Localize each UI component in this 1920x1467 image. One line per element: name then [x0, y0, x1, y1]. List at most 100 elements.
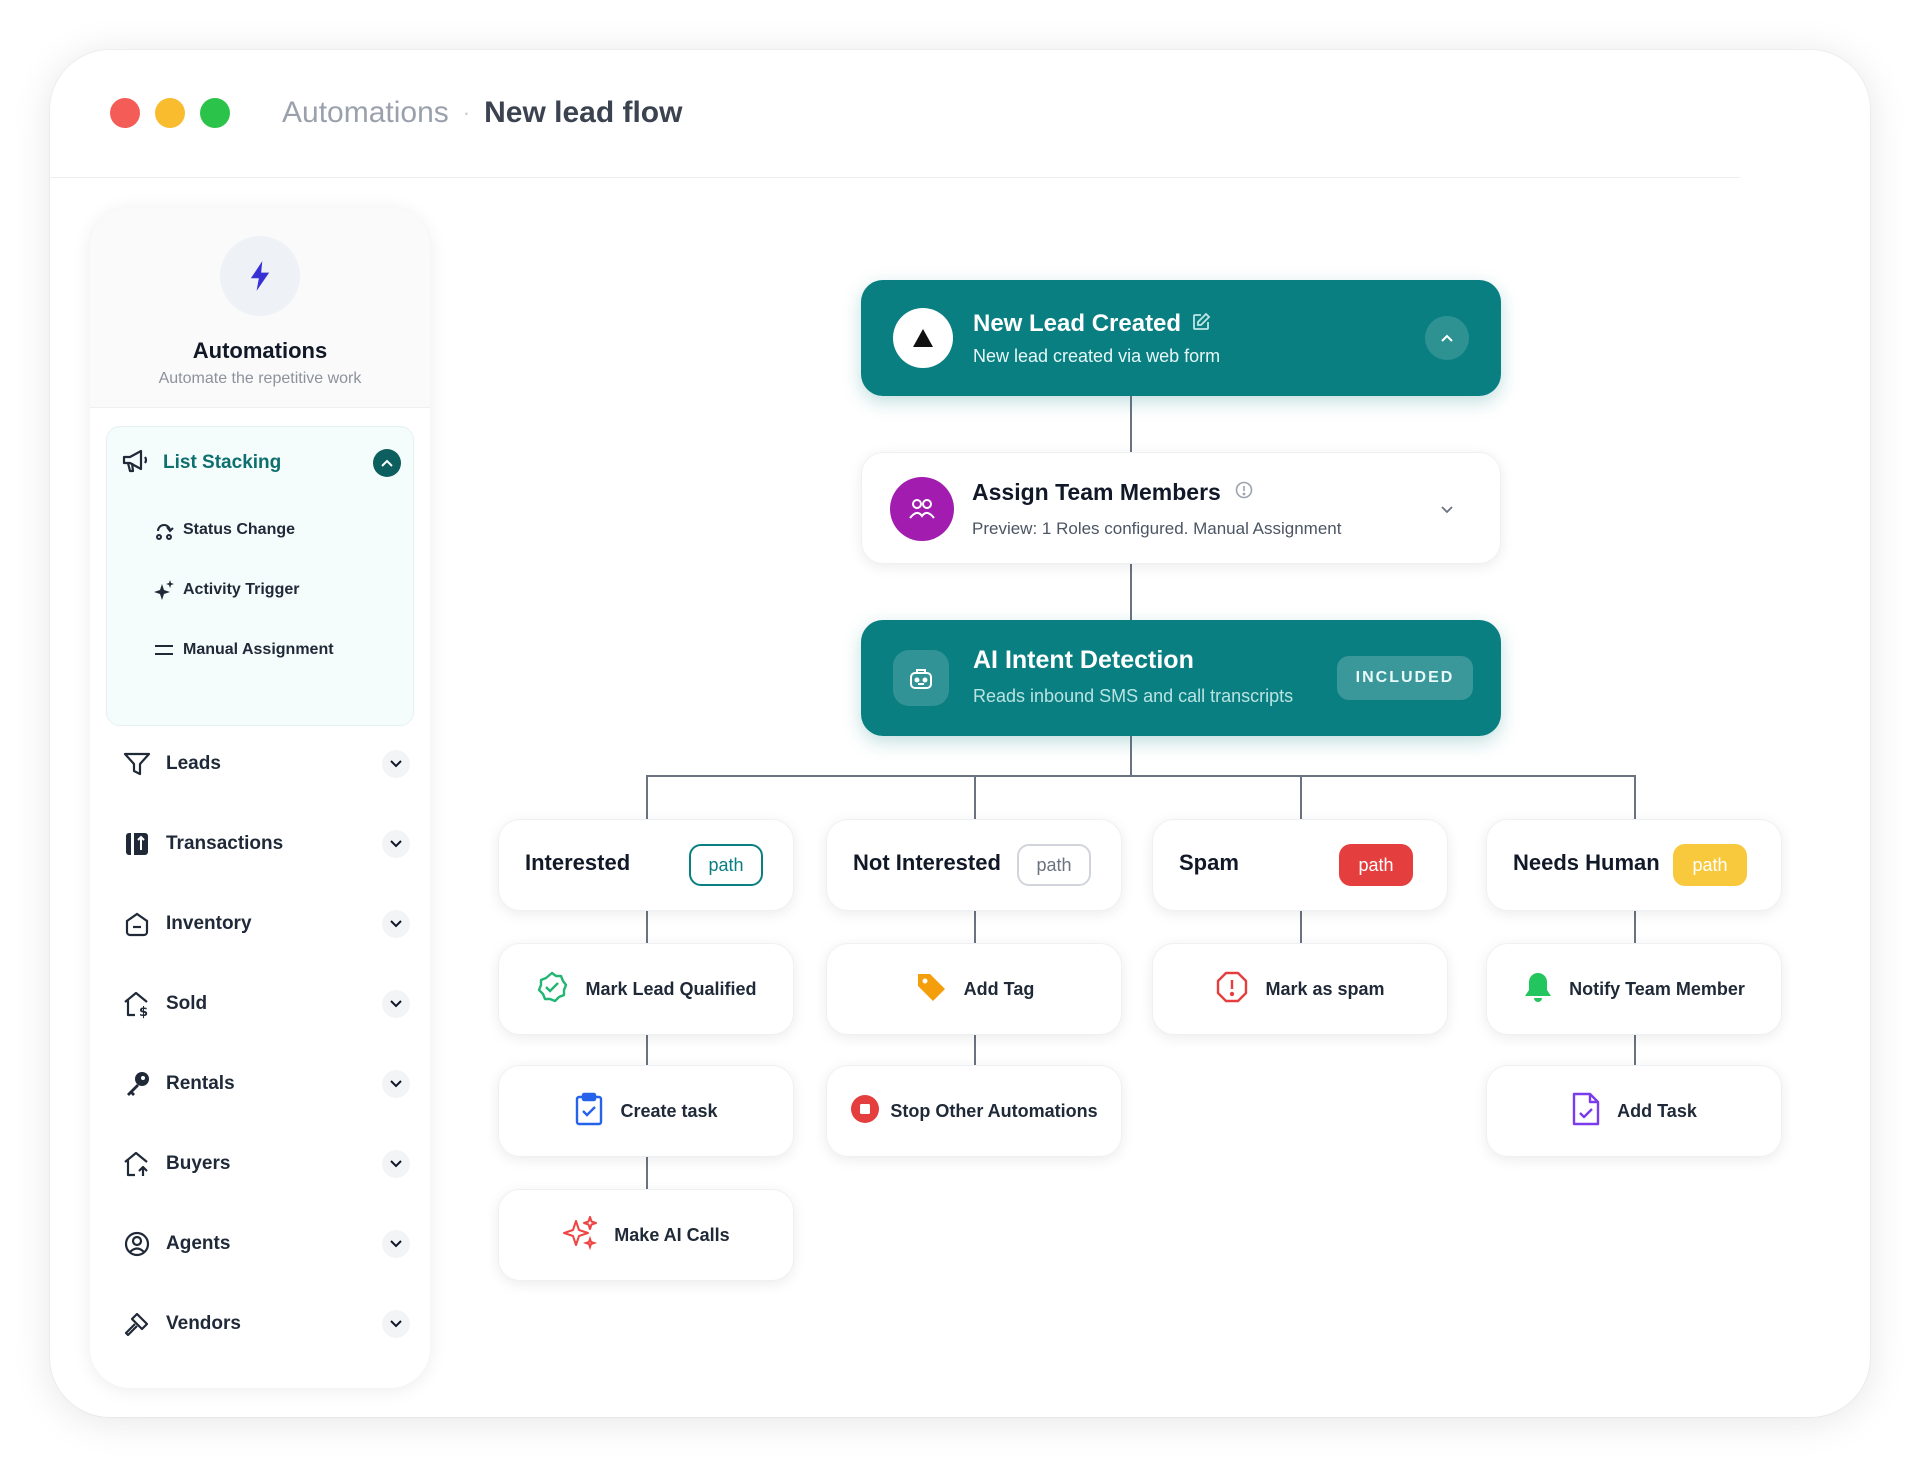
breadcrumb: Automations · New lead flow [282, 96, 682, 130]
branch-spam[interactable]: Spam path [1152, 819, 1448, 911]
flow-connector [1300, 911, 1302, 943]
chevron-down-icon[interactable] [382, 830, 410, 858]
team-icon [890, 477, 954, 541]
flow-connector [974, 1035, 976, 1065]
action-make-ai-calls[interactable]: Make AI Calls [498, 1189, 794, 1281]
chevron-down-icon[interactable] [1440, 501, 1454, 519]
sidebar-item-transactions[interactable]: Transactions [120, 824, 410, 864]
trigger-card[interactable]: New Lead Created New lead created via we… [861, 280, 1501, 396]
verified-badge-icon [535, 970, 569, 1009]
stop-icon [850, 1094, 880, 1129]
action-label: Stop Other Automations [890, 1100, 1098, 1121]
included-badge: INCLUDED [1337, 656, 1473, 700]
action-mark-lead-qualified[interactable]: Mark Lead Qualified [498, 943, 794, 1035]
edit-icon[interactable] [1191, 312, 1211, 337]
chevron-down-icon[interactable] [382, 1070, 410, 1098]
action-label: Add Tag [963, 978, 1035, 999]
alert-octagon-icon [1215, 970, 1249, 1009]
path-pill[interactable]: path [689, 844, 763, 886]
flow-connector [646, 775, 1634, 777]
sidebar-item-agents[interactable]: Agents [120, 1224, 410, 1264]
sidebar-item-label: Agents [166, 1233, 231, 1254]
collapse-button[interactable] [1425, 316, 1469, 360]
title-bar: Automations · New lead flow [50, 50, 1870, 178]
assign-subtitle: Preview: 1 Roles configured. Manual Assi… [972, 519, 1342, 538]
sparkles-icon [562, 1215, 598, 1256]
hammer-icon [120, 1310, 154, 1338]
sidebar-subitem-activity-trigger[interactable]: Activity Trigger [151, 575, 299, 605]
file-check-icon [1571, 1091, 1601, 1132]
flow-connector [1634, 1035, 1636, 1065]
branch-needs-human[interactable]: Needs Human path [1486, 819, 1782, 911]
ai-intent-card[interactable]: AI Intent Detection Reads inbound SMS an… [861, 620, 1501, 736]
chevron-down-icon[interactable] [382, 750, 410, 778]
info-icon[interactable] [1235, 481, 1253, 504]
branch-interested[interactable]: Interested path [498, 819, 794, 911]
action-notify-team-member[interactable]: Notify Team Member [1486, 943, 1782, 1035]
path-pill[interactable]: path [1339, 844, 1413, 886]
flow-connector [646, 1035, 648, 1065]
close-window-button[interactable] [110, 98, 140, 128]
sidebar-item-label: Transactions [166, 833, 284, 854]
sidebar-item-list-stacking[interactable]: List Stacking [121, 443, 401, 483]
action-add-task[interactable]: Add Task [1486, 1065, 1782, 1157]
branch-name: Not Interested [853, 850, 1001, 875]
action-create-task[interactable]: Create task [498, 1065, 794, 1157]
chevron-down-icon[interactable] [382, 1150, 410, 1178]
path-pill[interactable]: path [1673, 844, 1747, 886]
sidebar-subitem-manual-assignment[interactable]: Manual Assignment [151, 635, 334, 665]
transactions-icon [120, 830, 154, 858]
flow-connector [1300, 775, 1302, 819]
trigger-title: New Lead Created [973, 310, 1182, 337]
page-title: New lead flow [484, 96, 683, 129]
sidebar-item-label: Rentals [166, 1073, 235, 1094]
flow-connector [646, 911, 648, 943]
sidebar-subitem-label: Manual Assignment [183, 641, 334, 658]
sidebar-item-leads[interactable]: Leads [120, 744, 410, 784]
chevron-down-icon[interactable] [382, 1230, 410, 1258]
action-label: Mark as spam [1265, 978, 1385, 999]
flow-connector [1130, 564, 1132, 620]
chevron-up-icon[interactable] [373, 449, 401, 477]
status-change-icon [151, 519, 177, 541]
branch-not-interested[interactable]: Not Interested path [826, 819, 1122, 911]
trigger-icon [893, 308, 953, 368]
minimize-window-button[interactable] [155, 98, 185, 128]
sidebar-subitem-label: Status Change [183, 521, 296, 538]
sidebar-item-buyers[interactable]: Buyers [120, 1144, 410, 1184]
chevron-down-icon[interactable] [382, 1310, 410, 1338]
assign-title: Assign Team Members [972, 479, 1221, 505]
sidebar-subitem-status-change[interactable]: Status Change [151, 515, 295, 545]
sidebar-item-label: Inventory [166, 913, 252, 934]
action-mark-as-spam[interactable]: Mark as spam [1152, 943, 1448, 1035]
ai-title: AI Intent Detection [973, 646, 1194, 674]
megaphone-icon [121, 448, 149, 479]
chevron-down-icon[interactable] [382, 990, 410, 1018]
bell-icon [1523, 970, 1553, 1009]
sidebar-title: Automations [192, 338, 328, 363]
lightning-icon [220, 236, 300, 316]
sidebar-item-inventory[interactable]: Inventory [120, 904, 410, 944]
action-stop-other-automations[interactable]: Stop Other Automations [826, 1065, 1122, 1157]
clipboard-check-icon [574, 1092, 604, 1131]
flow-connector [646, 775, 648, 819]
flow-connector [646, 1157, 648, 1189]
sidebar-item-rentals[interactable]: Rentals [120, 1064, 410, 1104]
path-pill[interactable]: path [1017, 844, 1091, 886]
house-dollar-icon: $ [120, 989, 154, 1019]
branch-name: Interested [525, 850, 631, 875]
assign-team-card[interactable]: Assign Team Members Preview: 1 Roles con… [861, 452, 1501, 564]
sidebar-item-vendors[interactable]: Vendors [120, 1304, 410, 1344]
breadcrumb-parent[interactable]: Automations [282, 96, 449, 130]
sidebar-item-sold[interactable]: $ Sold [120, 984, 410, 1024]
flow-connector [974, 911, 976, 943]
title-divider [50, 177, 1740, 178]
breadcrumb-separator: · [462, 100, 471, 125]
chevron-down-icon[interactable] [382, 910, 410, 938]
trigger-subtitle: New lead created via web form [973, 346, 1221, 366]
action-add-tag[interactable]: Add Tag [826, 943, 1122, 1035]
maximize-window-button[interactable] [200, 98, 230, 128]
key-icon [120, 1070, 154, 1098]
sidebar: Automations Automate the repetitive work… [90, 208, 430, 1388]
sidebar-item-label: Vendors [166, 1313, 241, 1334]
